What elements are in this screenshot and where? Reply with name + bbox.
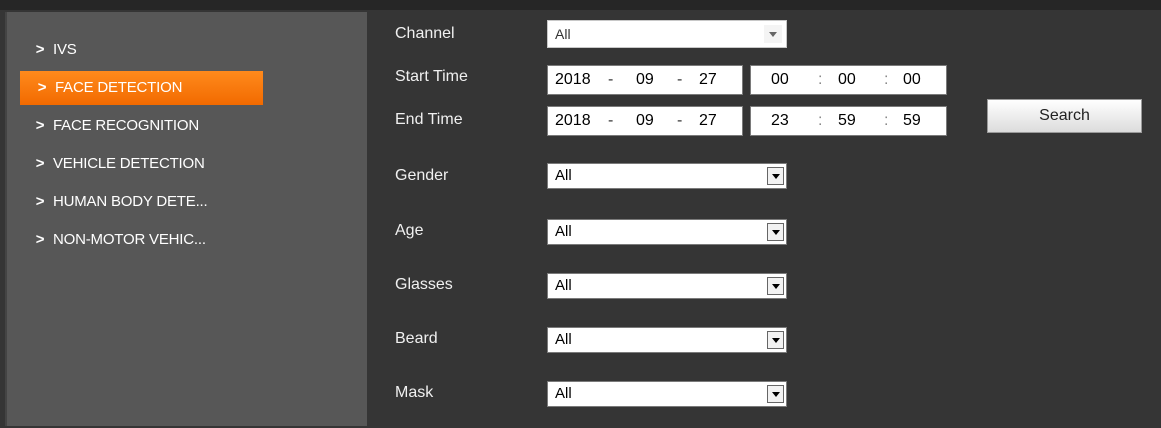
date-separator: - [608, 71, 614, 88]
beard-value: All [555, 331, 572, 348]
channel-select[interactable]: All [547, 20, 787, 48]
chevron-down-icon[interactable] [767, 277, 784, 295]
start-minute[interactable]: 00 [838, 66, 856, 94]
chevron-right-icon: > [35, 155, 45, 172]
time-separator: : [884, 112, 889, 129]
app-frame: > IVS > FACE DETECTION > FACE RECOGNITION >… [0, 0, 1161, 428]
sidebar-item-label: IVS [53, 41, 77, 58]
glasses-value: All [555, 277, 572, 294]
start-year[interactable]: 2018 [555, 66, 591, 94]
start-month[interactable]: 09 [636, 66, 654, 94]
end-minute[interactable]: 59 [838, 107, 856, 135]
beard-select[interactable]: All [547, 327, 787, 353]
end-year[interactable]: 2018 [555, 107, 591, 135]
sidebar: > IVS > FACE DETECTION > FACE RECOGNITION >… [5, 12, 367, 426]
chevron-down-icon[interactable] [767, 385, 784, 403]
end-date-field[interactable]: 2018 - 09 - 27 [547, 106, 743, 136]
glasses-select[interactable]: All [547, 273, 787, 299]
glasses-label: Glasses [395, 276, 453, 293]
start-time-label: Start Time [395, 68, 468, 85]
chevron-down-icon[interactable] [767, 167, 784, 185]
sidebar-item-face-detection[interactable]: > FACE DETECTION [20, 71, 263, 105]
sidebar-item-label: HUMAN BODY DETE... [53, 193, 208, 210]
sidebar-item-label: FACE RECOGNITION [53, 117, 199, 134]
search-panel: Channel All Start Time 2018 - 09 - 27 00… [370, 12, 1161, 426]
gender-label: Gender [395, 167, 449, 184]
chevron-right-icon: > [35, 231, 45, 248]
time-separator: : [818, 71, 823, 88]
start-day[interactable]: 27 [699, 66, 717, 94]
channel-label: Channel [395, 25, 455, 42]
start-date-field[interactable]: 2018 - 09 - 27 [547, 65, 743, 95]
gender-value: All [555, 167, 572, 184]
sidebar-item-label: FACE DETECTION [55, 79, 183, 96]
date-separator: - [677, 71, 683, 88]
start-hour[interactable]: 00 [771, 66, 789, 94]
sidebar-item-face-recognition[interactable]: > FACE RECOGNITION [17, 109, 199, 143]
chevron-down-icon[interactable] [764, 25, 782, 43]
chevron-right-icon: > [35, 41, 45, 58]
start-clock-field[interactable]: 00 : 00 : 00 [750, 65, 947, 95]
sidebar-item-ivs[interactable]: > IVS [17, 33, 77, 67]
chevron-right-icon: > [35, 117, 45, 134]
sidebar-item-label: VEHICLE DETECTION [53, 155, 205, 172]
end-day[interactable]: 27 [699, 107, 717, 135]
age-select[interactable]: All [547, 219, 787, 245]
end-hour[interactable]: 23 [771, 107, 789, 135]
start-second[interactable]: 00 [903, 66, 921, 94]
sidebar-item-vehicle-detection[interactable]: > VEHICLE DETECTION [17, 147, 205, 181]
mask-value: All [555, 385, 572, 402]
age-label: Age [395, 222, 424, 239]
channel-value: All [555, 26, 571, 42]
chevron-down-icon[interactable] [767, 223, 784, 241]
mask-select[interactable]: All [547, 381, 787, 407]
end-second[interactable]: 59 [903, 107, 921, 135]
gender-select[interactable]: All [547, 163, 787, 189]
time-separator: : [818, 112, 823, 129]
end-clock-field[interactable]: 23 : 59 : 59 [750, 106, 947, 136]
age-value: All [555, 223, 572, 240]
chevron-down-icon[interactable] [767, 331, 784, 349]
date-separator: - [677, 112, 683, 129]
chevron-right-icon: > [37, 79, 47, 96]
sidebar-item-human-body-detection[interactable]: > HUMAN BODY DETE... [17, 185, 208, 219]
end-month[interactable]: 09 [636, 107, 654, 135]
end-time-label: End Time [395, 111, 463, 128]
mask-label: Mask [395, 384, 434, 401]
search-button[interactable]: Search [987, 99, 1142, 133]
top-bar [0, 0, 1161, 10]
date-separator: - [608, 112, 614, 129]
time-separator: : [884, 71, 889, 88]
beard-label: Beard [395, 330, 438, 347]
sidebar-item-label: NON-MOTOR VEHIC... [53, 231, 206, 248]
chevron-right-icon: > [35, 193, 45, 210]
sidebar-item-non-motor-vehicle[interactable]: > NON-MOTOR VEHIC... [17, 223, 206, 257]
